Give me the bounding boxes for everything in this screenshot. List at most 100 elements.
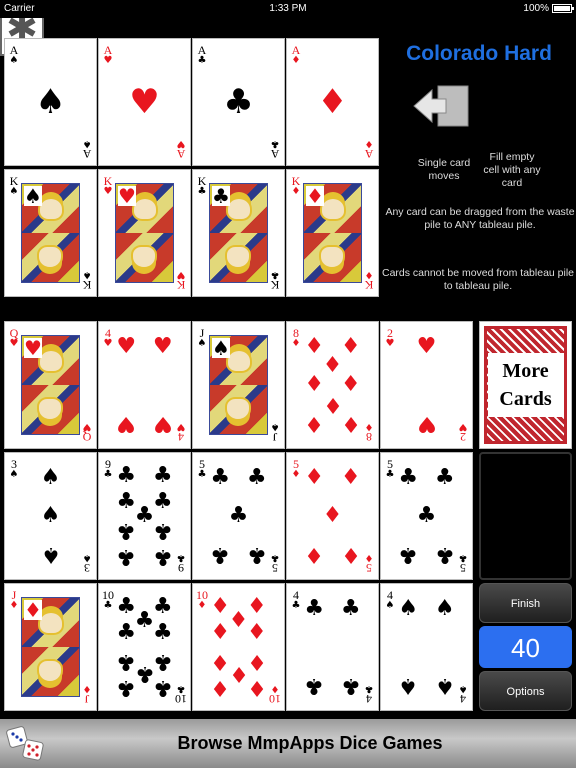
card[interactable]: 8 ♦ 8 ♦ ♦ ♦ ♦ ♦ ♦ ♦ ♦ ♦ [286, 321, 379, 449]
card-rank: K [176, 278, 186, 292]
court-figure: ♣ [209, 183, 268, 283]
card[interactable]: 4 ♥ 4 ♥ ♥ ♥ ♥ ♥ [98, 321, 191, 449]
suit-pip: ♣ [116, 517, 137, 543]
options-button[interactable]: Options [479, 671, 572, 711]
card-index: 5 ♣ [457, 552, 469, 575]
card-back: More Cards [484, 326, 567, 444]
card-suit: ♥ [385, 338, 395, 349]
suit-pip: ♣ [152, 648, 173, 674]
card[interactable]: 4 ♣ 4 ♣ ♣ ♣ ♣ ♣ [286, 583, 379, 711]
suit-pip: ♣ [116, 489, 137, 515]
suit-pip: ♣ [116, 675, 137, 701]
card[interactable]: 5 ♣ 5 ♣ ♣ ♣ ♣ ♣ ♣ [192, 452, 285, 580]
card-index: 3 ♠ [8, 458, 20, 480]
suit-pip: ♣ [152, 593, 173, 619]
card-rank: 8 [366, 430, 372, 444]
card-suit: ♣ [364, 683, 374, 694]
card-rank: 5 [460, 561, 466, 575]
card-suit: ♠ [82, 552, 92, 563]
card-suit: ♠ [9, 469, 19, 480]
card-index: 9 ♣ [175, 552, 187, 575]
court-half [22, 233, 79, 282]
card[interactable]: 2 ♥ 2 ♥ ♥ ♥ [380, 321, 473, 449]
waste-pile[interactable] [479, 452, 572, 580]
card-index: 8 ♦ [363, 421, 375, 444]
card-index: A ♠ [8, 44, 20, 66]
card-suit: ♦ [291, 55, 301, 66]
card-rank: 4 [178, 430, 184, 444]
court-figure: ♦ [21, 597, 80, 697]
card-index: K ♦ [363, 269, 375, 292]
card[interactable]: 3 ♠ 3 ♠ ♠ ♠ ♠ [4, 452, 97, 580]
card[interactable]: K ♥ K ♥ ♥ [98, 169, 191, 297]
suit-pip: ♣ [398, 541, 419, 567]
card[interactable]: J ♦ J ♦ ♦ [4, 583, 97, 711]
suit-pip: ♣ [416, 503, 437, 528]
card-rank: 9 [178, 561, 184, 575]
card[interactable]: J ♠ J ♠ ♠ [192, 321, 285, 449]
card[interactable]: K ♦ K ♦ ♦ [286, 169, 379, 297]
suit-pip: ♦ [340, 465, 361, 491]
card[interactable]: 4 ♠ 4 ♠ ♠ ♠ ♠ ♠ [380, 583, 473, 711]
card[interactable]: 5 ♦ 5 ♦ ♦ ♦ ♦ ♦ ♦ [286, 452, 379, 580]
suit-pip: ♣ [116, 648, 137, 674]
card[interactable]: 10 ♣ 10 ♣ ♣ ♣ ♣ ♣ ♣ ♣ ♣ ♣ ♣ ♣ [98, 583, 191, 711]
ad-banner[interactable]: Browse MmpApps Dice Games [0, 719, 576, 768]
card-index: 5 ♣ [269, 552, 281, 575]
card[interactable]: K ♣ K ♣ ♣ [192, 169, 285, 297]
finish-button[interactable]: Finish [479, 583, 572, 623]
court-head [37, 245, 64, 270]
suit-pip: ♣ [304, 596, 325, 622]
card-suit: ♣ [176, 552, 186, 563]
card[interactable]: 5 ♣ 5 ♣ ♣ ♣ ♣ ♣ ♣ [380, 452, 473, 580]
card[interactable]: K ♠ K ♠ ♠ [4, 169, 97, 297]
court-head [319, 245, 346, 270]
card-suit: ♥ [176, 138, 186, 149]
card-rank: K [364, 278, 374, 292]
suit-pip: ♦ [304, 410, 325, 436]
card-index: A ♥ [102, 44, 114, 66]
card-rank: 10 [175, 692, 187, 706]
help-single-card: Single card moves [417, 157, 471, 182]
stock-pile[interactable]: More Cards [479, 321, 572, 449]
suit-pip: ♥ [116, 410, 137, 436]
suit-pip: ♦ [210, 593, 231, 619]
card-index: 2 ♥ [384, 327, 396, 349]
card[interactable]: 9 ♣ 9 ♣ ♣ ♣ ♣ ♣ ♣ ♣ ♣ ♣ ♣ [98, 452, 191, 580]
card-suit: ♠ [197, 338, 207, 349]
suit-pip: ♣ [210, 541, 231, 567]
suit-pip: ♣ [116, 544, 137, 570]
help-fill-empty: Fill empty cell with any card [483, 151, 541, 189]
card-index: 10 ♣ [175, 683, 187, 706]
card-index: A ♦ [290, 44, 302, 66]
card-suit: ♦ [291, 186, 301, 197]
card[interactable]: A ♥ A ♥ ♥ [98, 38, 191, 166]
card-suit: ♠ [270, 421, 280, 432]
card-index: J ♦ [81, 683, 93, 706]
card-index: 10 ♦ [196, 589, 208, 611]
card-rank: Q [82, 430, 92, 444]
court-suit: ♦ [24, 598, 42, 622]
suit-pip: ♦ [304, 372, 325, 397]
court-head [225, 397, 252, 422]
card[interactable]: 10 ♦ 10 ♦ ♦ ♦ ♦ ♦ ♦ ♦ ♦ ♦ ♦ ♦ [192, 583, 285, 711]
court-head [37, 659, 64, 684]
card-suit: ♠ [385, 600, 395, 611]
suit-pip: ♥ [116, 334, 137, 360]
card-index: A ♣ [196, 44, 208, 66]
card[interactable]: A ♠ A ♠ ♠ [4, 38, 97, 166]
card-suit: ♣ [197, 469, 207, 480]
card[interactable]: A ♣ A ♣ ♣ [192, 38, 285, 166]
card-suit: ♠ [458, 683, 468, 694]
card-index: K ♥ [102, 175, 114, 197]
banner-text[interactable]: Browse MmpApps Dice Games [60, 733, 560, 754]
card[interactable]: Q ♥ Q ♥ ♥ [4, 321, 97, 449]
score-display: 40 [479, 626, 572, 668]
card-suit: ♥ [103, 55, 113, 66]
card-index: Q ♥ [8, 327, 20, 349]
suit-pip: ♦ [246, 675, 267, 701]
suit-pip: ♦ [246, 648, 267, 674]
card[interactable]: A ♦ A ♦ ♦ [286, 38, 379, 166]
court-head [225, 245, 252, 270]
card-index: 4 ♥ [102, 327, 114, 349]
